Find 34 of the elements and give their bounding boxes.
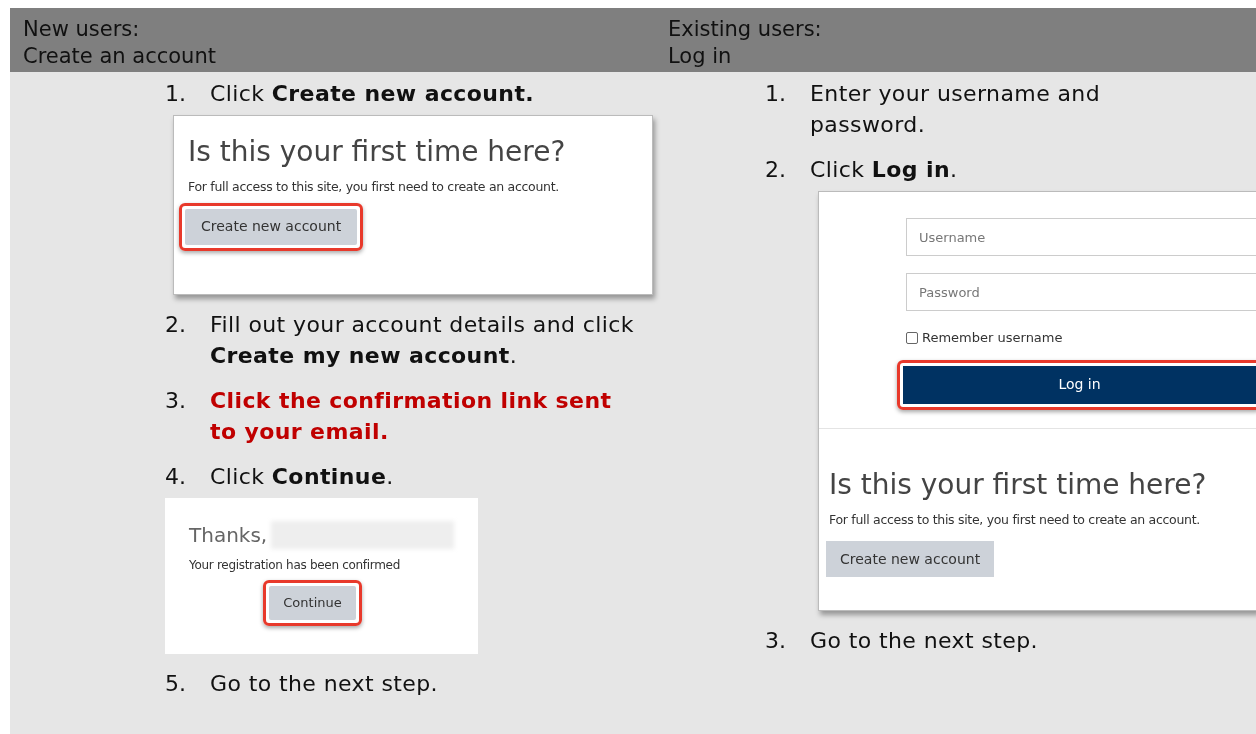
checkbox[interactable] bbox=[906, 331, 918, 344]
card-text: For full access to this site, you first need to create an account. bbox=[188, 178, 560, 196]
step-text: Click Log in. bbox=[810, 156, 959, 184]
password-field[interactable]: Password bbox=[906, 273, 1256, 311]
checkbox-label: Remember username bbox=[922, 329, 1063, 347]
step-number: 2. bbox=[765, 156, 787, 184]
step-text: Go to the next step. bbox=[210, 670, 439, 698]
continue-button[interactable]: Continue bbox=[269, 586, 356, 620]
step-text: Click Create new account. bbox=[210, 80, 536, 108]
column-heading: Existing users: bbox=[668, 16, 823, 43]
step-number: 3. bbox=[165, 387, 187, 415]
card-title: Is this your first time here? bbox=[829, 466, 1208, 503]
step-number: 3. bbox=[765, 627, 787, 655]
create-account-button[interactable]: Create new account bbox=[185, 208, 358, 245]
step-text: Enter your username and password. bbox=[810, 80, 1102, 139]
card-text: For full access to this site, you first need to create an account. bbox=[829, 510, 1201, 529]
step-text: Fill out your account details and click Create my new account. bbox=[210, 311, 635, 370]
card-title: Is this your first time here? bbox=[188, 134, 567, 170]
username-field[interactable]: Username bbox=[906, 218, 1256, 256]
step-text: Go to the next step. bbox=[810, 627, 1039, 655]
login-button[interactable]: Log in bbox=[903, 365, 1256, 404]
step-text: Click the confirmation link sent to your email. bbox=[210, 387, 613, 446]
card-text: Your registration has been confirmed bbox=[189, 557, 402, 574]
step-number: 5. bbox=[165, 670, 187, 698]
create-account-button[interactable]: Create new account bbox=[826, 541, 995, 578]
step-number: 1. bbox=[165, 80, 187, 108]
step-number: 2. bbox=[165, 311, 187, 339]
column-heading: New users: bbox=[23, 16, 141, 43]
column-heading: Log in bbox=[668, 43, 733, 70]
step-text: Click Continue. bbox=[210, 463, 395, 491]
card-title: Thanks, bbox=[189, 522, 268, 549]
step-number: 4. bbox=[165, 463, 187, 491]
step-number: 1. bbox=[765, 80, 787, 108]
column-heading: Create an account bbox=[23, 43, 217, 70]
